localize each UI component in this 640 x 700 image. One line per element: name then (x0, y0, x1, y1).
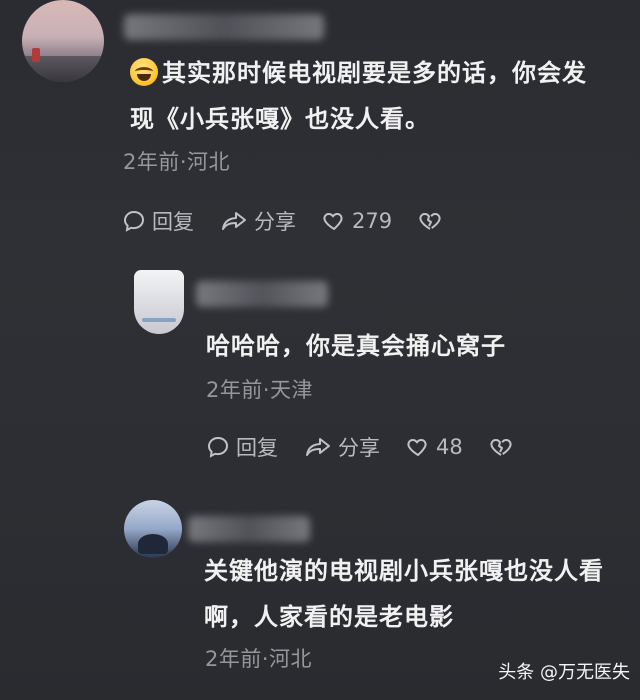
comment-bubble-icon (123, 210, 145, 232)
avatar-stripe (142, 318, 176, 322)
comment-bubble-icon (207, 436, 229, 458)
like-count: 48 (436, 435, 463, 459)
broken-heart-icon (419, 213, 441, 230)
broken-heart-icon (490, 439, 512, 456)
share-label: 分享 (338, 436, 380, 460)
share-arrow-icon (222, 212, 246, 230)
share-button[interactable]: 分享 (220, 206, 296, 236)
reply-label: 回复 (152, 210, 194, 234)
comment-text: 哈哈哈，你是真会捅心窝子 (206, 332, 506, 360)
heart-icon (407, 439, 427, 456)
reply-button[interactable]: 回复 (206, 432, 278, 462)
avatar[interactable] (124, 500, 182, 558)
share-button[interactable]: 分享 (304, 432, 380, 462)
comment-actions: 回复 分享 279 (122, 206, 474, 236)
comment-text: 关键他演的电视剧小兵张嘎也没人看啊，人家看的是老电影 (204, 557, 604, 631)
avatar[interactable] (134, 270, 184, 334)
comment-meta: 2年前·天津 (206, 378, 314, 402)
comment-body: 其实那时候电视剧要是多的话，你会发现《小兵张嘎》也没人看。 (130, 59, 587, 133)
comment-meta: 2年前·河北 (205, 647, 313, 671)
share-arrow-icon (306, 438, 330, 456)
reply-button[interactable]: 回复 (122, 206, 194, 236)
avatar[interactable] (22, 0, 104, 82)
comment-actions: 回复 分享 48 (206, 432, 545, 462)
dislike-button[interactable] (418, 209, 448, 233)
like-button[interactable]: 279 (322, 209, 392, 233)
laughing-crying-emoji-icon (130, 58, 158, 86)
comment-meta: 2年前·河北 (123, 150, 231, 174)
comment-text: 其实那时候电视剧要是多的话，你会发现《小兵张嘎》也没人看。 (130, 50, 610, 142)
like-count: 279 (352, 209, 393, 233)
watermark: 头条 @万无医失 (498, 662, 630, 683)
share-label: 分享 (254, 210, 296, 234)
heart-icon (323, 213, 343, 230)
reply-label: 回复 (236, 436, 278, 460)
like-button[interactable]: 48 (406, 435, 463, 459)
blurred-username (188, 516, 310, 542)
dislike-button[interactable] (489, 435, 519, 459)
blurred-username (196, 281, 328, 307)
blurred-username (124, 14, 324, 40)
